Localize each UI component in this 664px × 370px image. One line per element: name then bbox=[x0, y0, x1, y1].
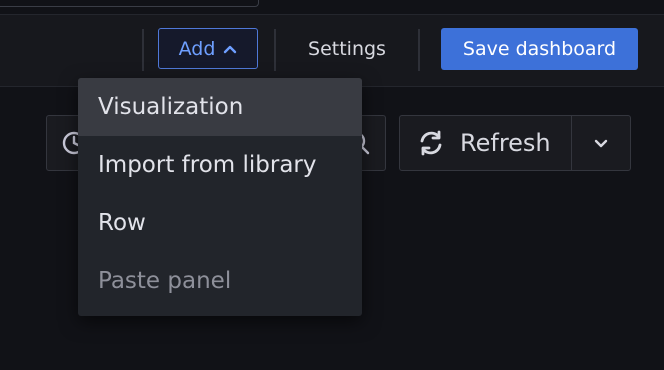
save-dashboard-button[interactable]: Save dashboard bbox=[441, 28, 638, 70]
toolbar-divider bbox=[418, 29, 420, 71]
top-strip bbox=[0, 0, 664, 14]
settings-button-label: Settings bbox=[308, 37, 386, 60]
menu-item-paste-panel: Paste panel bbox=[78, 252, 362, 310]
menu-item-label: Paste panel bbox=[98, 268, 232, 294]
menu-item-label: Import from library bbox=[98, 152, 317, 178]
add-button-label: Add bbox=[178, 37, 216, 60]
chevron-up-icon bbox=[223, 44, 237, 54]
toolbar-divider bbox=[142, 29, 144, 71]
add-button[interactable]: Add bbox=[158, 28, 258, 69]
toolbar-divider bbox=[274, 29, 276, 71]
search-field-edge[interactable] bbox=[0, 0, 259, 7]
chevron-down-icon bbox=[594, 134, 608, 153]
menu-item-visualization[interactable]: Visualization bbox=[78, 78, 362, 136]
add-menu: Visualization Import from library Row Pa… bbox=[78, 78, 362, 316]
refresh-button[interactable]: Refresh bbox=[400, 116, 571, 170]
menu-item-row[interactable]: Row bbox=[78, 194, 362, 252]
menu-item-label: Row bbox=[98, 210, 146, 236]
menu-item-label: Visualization bbox=[98, 94, 244, 120]
refresh-icon bbox=[416, 128, 446, 158]
refresh-picker: Refresh bbox=[399, 115, 631, 171]
settings-button[interactable]: Settings bbox=[290, 28, 404, 69]
save-dashboard-label: Save dashboard bbox=[462, 38, 617, 60]
refresh-interval-dropdown[interactable] bbox=[571, 116, 630, 170]
refresh-label: Refresh bbox=[460, 129, 551, 157]
menu-item-import-from-library[interactable]: Import from library bbox=[78, 136, 362, 194]
